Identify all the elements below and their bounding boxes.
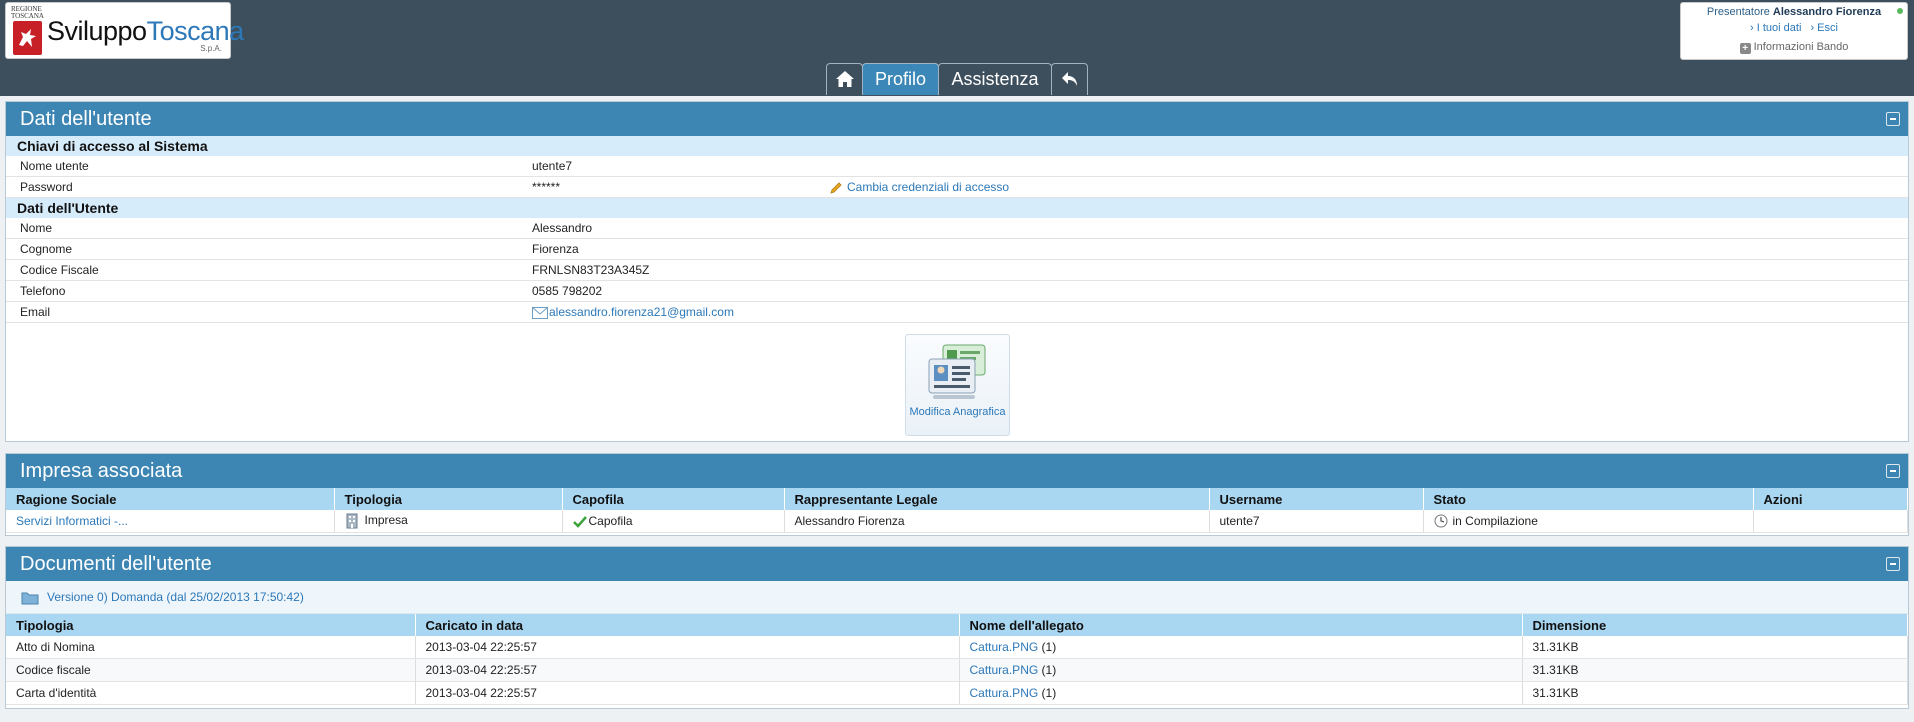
row-password: Password ****** Cambia credenziali di acc… [6,177,1908,198]
attachment-link[interactable]: Cattura.PNG [970,686,1039,700]
my-data-link[interactable]: › I tuoi dati [1750,22,1801,34]
doc-file: Cattura.PNG (1) [959,636,1523,659]
collapse-panel-icon[interactable] [1886,557,1900,571]
table-row: Carta d'identità 2013-03-04 22:25:57 Cat… [6,681,1908,705]
section-user-data: Dati dell'Utente [6,198,1908,218]
online-status-icon [1897,8,1903,14]
col-stato: Stato [1423,488,1754,510]
col-rappresentante: Rappresentante Legale [784,488,1210,510]
col-username: Username [1209,488,1424,510]
logo-suffix: S.p.A. [200,44,222,53]
envelope-icon [532,306,548,319]
attachment-link[interactable]: Cattura.PNG [970,663,1039,677]
edit-profile-label: Modifica Anagrafica [909,406,1006,418]
documents-panel: Documenti dell'utente Versione 0) Domand… [5,546,1909,709]
top-bar: REGIONE TOSCANA SviluppoToscana S.p.A. P… [0,0,1914,96]
collapse-panel-icon[interactable] [1886,464,1900,478]
row-telefono: Telefono 0585 798202 [6,281,1908,302]
user-greeting: Presentatore Alessandro Fiorenza [1706,6,1882,18]
logout-link[interactable]: › Esci [1810,22,1838,34]
col-ragione-sociale: Ragione Sociale [6,488,335,510]
company-panel: Impresa associata Ragione Sociale Tipolo… [5,453,1909,536]
col-caricato: Caricato in data [415,614,960,636]
company-actions [1753,510,1908,533]
col-tipologia: Tipologia [6,614,416,636]
doc-date: 2013-03-04 22:25:57 [415,681,960,705]
col-dimensione: Dimensione [1522,614,1908,636]
row-codice-fiscale: Codice Fiscale FRNLSN83T23A345Z [6,260,1908,281]
email-link[interactable]: alessandro.fiorenza21@gmail.com [532,302,734,322]
doc-date: 2013-03-04 22:25:57 [415,636,960,659]
doc-size: 31.31KB [1522,681,1908,705]
version-row: Versione 0) Domanda (dal 25/02/2013 17:5… [6,581,1908,614]
doc-size: 31.31KB [1522,658,1908,682]
home-icon [835,70,854,87]
table-row: Servizi Informatici -... Impresa Capofil… [6,510,1908,533]
plus-icon: + [1739,43,1751,54]
company-type: Impresa [334,510,563,533]
panel-title: Dati dell'utente [6,102,1908,136]
row-username: Nome utente utente7 [6,156,1908,177]
table-header-row: Tipologia Caricato in data Nome dell'all… [6,614,1908,636]
doc-date: 2013-03-04 22:25:57 [415,658,960,682]
company-status: in Compilazione [1423,510,1754,533]
row-cognome: Cognome Fiorenza [6,239,1908,260]
doc-size: 31.31KB [1522,636,1908,659]
id-card-icon [928,344,986,399]
change-credentials-link[interactable]: Cambia credenziali di accesso [829,177,1009,197]
building-icon [346,513,357,529]
tab-assistenza[interactable]: Assistenza [938,63,1052,95]
company-name-link[interactable]: Servizi Informatici -... [16,514,128,528]
doc-file: Cattura.PNG (1) [959,681,1523,705]
table-row: Codice fiscale 2013-03-04 22:25:57 Cattu… [6,658,1908,682]
panel-title: Documenti dell'utente [6,547,1908,581]
pencil-icon [830,182,842,194]
main-tabs: Profilo Assistenza [826,63,1088,96]
col-capofila: Capofila [562,488,785,510]
doc-type: Atto di Nomina [6,636,416,659]
documents-table: Tipologia Caricato in data Nome dell'all… [6,614,1908,705]
table-row: Atto di Nomina 2013-03-04 22:25:57 Cattu… [6,636,1908,659]
section-access-keys: Chiavi di accesso al Sistema [6,136,1908,156]
company-username: utente7 [1209,510,1424,533]
logo-region-text: REGIONE TOSCANA [11,5,44,20]
collapse-panel-icon[interactable] [1886,112,1900,126]
col-tipologia: Tipologia [334,488,563,510]
folder-icon [21,592,39,605]
back-arrow-icon [1061,71,1077,86]
tab-back[interactable] [1051,63,1088,95]
doc-type: Codice fiscale [6,658,416,682]
col-allegato: Nome dell'allegato [959,614,1523,636]
tab-home[interactable] [826,63,863,95]
clock-icon [1434,514,1447,528]
info-bando-link[interactable]: + Informazioni Bando [1681,41,1907,54]
user-data-panel: Dati dell'utente Chiavi di accesso al Si… [5,101,1909,442]
pegasus-emblem-icon [13,21,42,55]
company-representative: Alessandro Fiorenza [784,510,1210,533]
sviluppo-toscana-logo[interactable]: REGIONE TOSCANA SviluppoToscana S.p.A. [5,2,244,59]
edit-profile-button[interactable]: Modifica Anagrafica [905,334,1010,436]
user-box: Presentatore Alessandro Fiorenza › I tuo… [1680,2,1908,60]
company-leader: Capofila [562,510,785,533]
attachment-link[interactable]: Cattura.PNG [970,640,1039,654]
version-link[interactable]: Versione 0) Domanda (dal 25/02/2013 17:5… [21,590,304,605]
logo-wordmark: SviluppoToscana [47,16,244,46]
col-azioni: Azioni [1753,488,1908,510]
tab-profilo[interactable]: Profilo [862,63,939,95]
user-name: Alessandro Fiorenza [1772,6,1882,18]
row-nome: Nome Alessandro [6,218,1908,239]
panel-title: Impresa associata [6,454,1908,488]
doc-file: Cattura.PNG (1) [959,658,1523,682]
table-header-row: Ragione Sociale Tipologia Capofila Rappr… [6,488,1908,510]
row-email: Email alessandro.fiorenza21@gmail.com [6,302,1908,323]
doc-type: Carta d'identità [6,681,416,705]
check-icon [572,515,587,528]
company-table: Ragione Sociale Tipologia Capofila Rappr… [6,488,1908,533]
